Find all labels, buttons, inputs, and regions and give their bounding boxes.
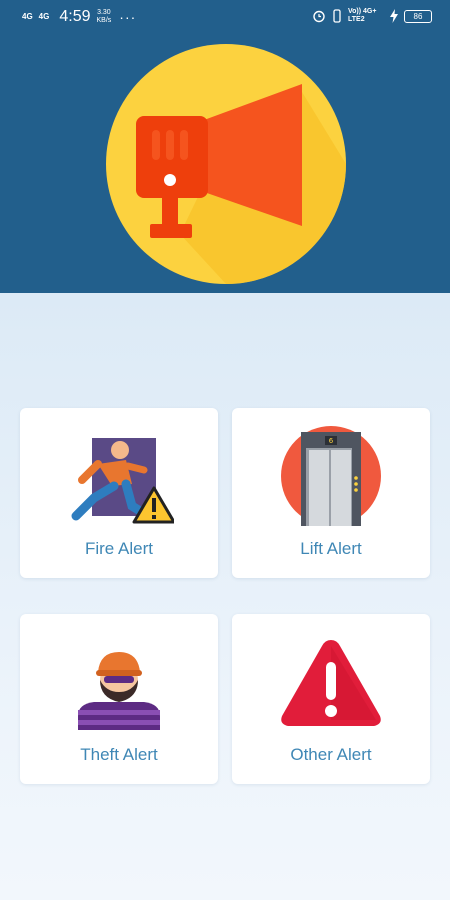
other-alert-card[interactable]: Other Alert bbox=[232, 614, 430, 784]
fire-alert-card[interactable]: Fire Alert bbox=[20, 408, 218, 578]
alarm-icon bbox=[313, 10, 325, 23]
lift-alert-label: Lift Alert bbox=[300, 539, 362, 558]
network-speed-unit: KB/s bbox=[96, 17, 112, 24]
network-speed-value: 3.30 bbox=[97, 9, 111, 16]
network-indicator-2: 4G bbox=[38, 12, 50, 21]
vibrate-icon bbox=[333, 9, 341, 23]
fire-alert-label: Fire Alert bbox=[84, 539, 154, 558]
fire-exit-icon bbox=[71, 438, 174, 524]
svg-text:6: 6 bbox=[329, 437, 334, 445]
elevator-icon: 6 bbox=[281, 426, 381, 526]
other-alert-label: Other Alert bbox=[290, 745, 372, 764]
status-bar: 4G 4G 4:59 3.30 KB/s ··· Vo)) 4G+ LTE2 8… bbox=[0, 0, 450, 34]
status-time: 4:59 bbox=[59, 8, 91, 25]
header-banner: 4G 4G 4:59 3.30 KB/s ··· Vo)) 4G+ LTE2 8… bbox=[0, 0, 450, 293]
charging-icon bbox=[390, 9, 398, 23]
lift-alert-card[interactable]: 6 Lift Alert bbox=[232, 408, 430, 578]
network-speed: 3.30 KB/s bbox=[96, 9, 111, 25]
more-notifications-icon: ··· bbox=[119, 9, 137, 25]
network-indicator-1: 4G bbox=[22, 12, 33, 21]
megaphone-icon bbox=[106, 44, 346, 284]
theft-alert-card[interactable]: Theft Alert bbox=[20, 614, 218, 784]
alerts-area bbox=[0, 293, 450, 900]
theft-alert-label: Theft Alert bbox=[80, 745, 158, 764]
battery-icon: 86 bbox=[404, 9, 432, 23]
thief-icon bbox=[78, 652, 160, 730]
warning-triangle-icon bbox=[281, 640, 381, 726]
carrier-indicator: Vo)) 4G+ LTE2 bbox=[348, 8, 377, 23]
